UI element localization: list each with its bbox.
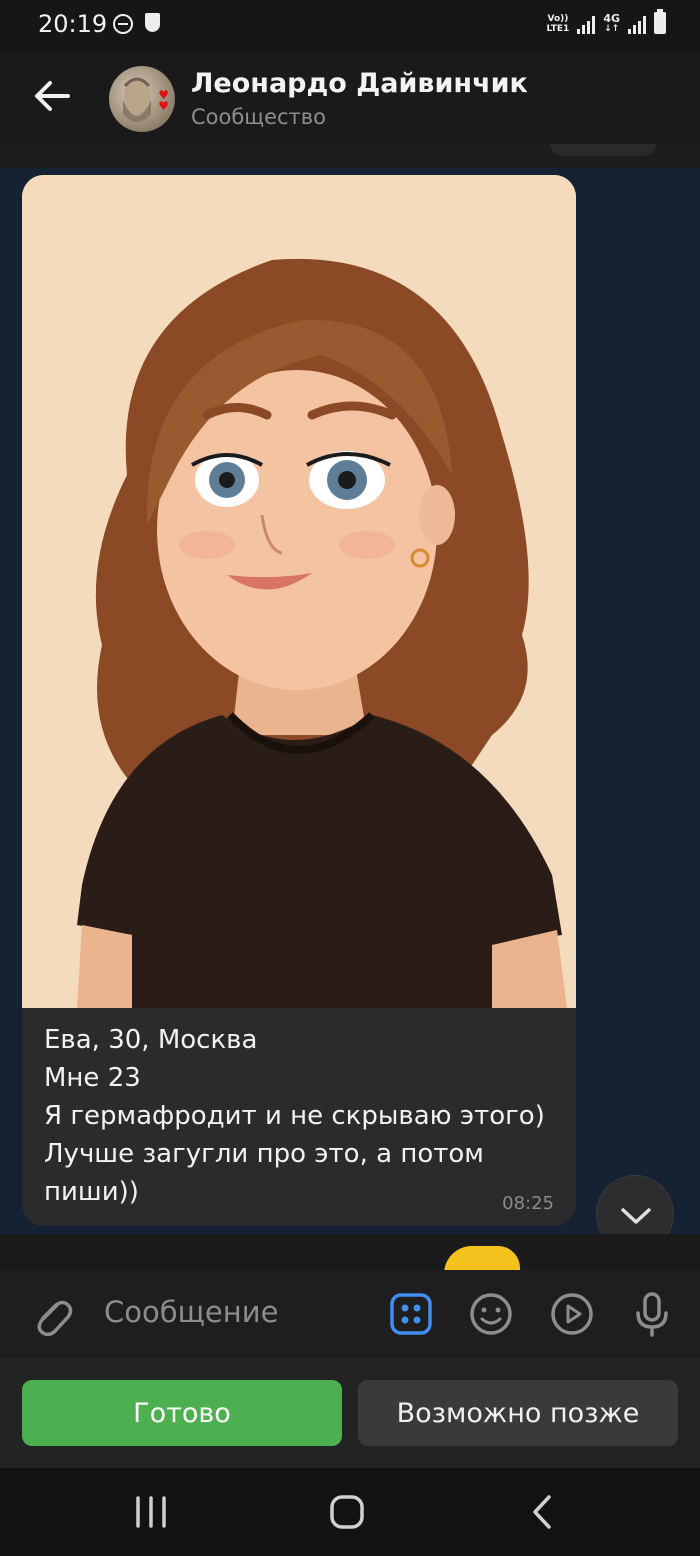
status-bar: 20:19 Vo)) LTE1 4G ↓↑ xyxy=(0,0,700,52)
arrow-left-icon xyxy=(35,81,70,111)
message-line-3: Я гермафродит и не скрываю этого) xyxy=(44,1101,545,1131)
previous-keyboard-button-edge xyxy=(550,144,656,156)
thumbs-up-emoji-icon xyxy=(444,1246,520,1270)
message-time: 08:25 xyxy=(502,1193,554,1214)
bot-keyboard-icon xyxy=(390,1293,432,1335)
message-line-2: Мне 23 xyxy=(44,1063,141,1093)
back-chevron-icon xyxy=(533,1495,551,1529)
smiley-icon xyxy=(470,1293,512,1335)
chat-subtitle: Сообщество xyxy=(191,105,327,129)
data-arrows-icon: ↓↑ xyxy=(604,24,620,34)
volte-indicator: Vo)) LTE1 xyxy=(547,14,570,34)
message-bubble[interactable]: Ева, 30, Москва Мне 23 Я гермафродит и н… xyxy=(22,175,576,1226)
ready-button[interactable]: Готово xyxy=(22,1380,342,1446)
message-line-4: Лучше загугли про это, а потом xyxy=(44,1139,484,1169)
emoji-button[interactable] xyxy=(467,1290,515,1338)
signal-2-icon xyxy=(628,16,646,34)
paperclip-icon xyxy=(37,1300,73,1337)
voice-button[interactable] xyxy=(628,1290,676,1338)
do-not-disturb-icon xyxy=(113,14,133,34)
status-time: 20:19 xyxy=(38,10,108,38)
network-label: 4G xyxy=(603,12,620,25)
chat-title[interactable]: Леонардо Дайвинчик xyxy=(191,68,528,99)
message-line-5: пиши)) xyxy=(44,1177,139,1207)
message-text: Ева, 30, Москва Мне 23 Я гермафродит и н… xyxy=(44,1021,554,1211)
hearts-icon: ♥ ♥ xyxy=(158,88,169,113)
girl-illustration xyxy=(22,175,576,1008)
volte-label: Vo)) xyxy=(547,14,569,24)
lte-label: LTE1 xyxy=(546,24,570,34)
home-button[interactable] xyxy=(322,1490,372,1534)
system-navigation-bar xyxy=(0,1468,700,1556)
play-circle-icon xyxy=(551,1293,593,1335)
clip-button[interactable] xyxy=(548,1290,596,1338)
network-indicator: 4G ↓↑ xyxy=(603,12,620,34)
profile-photo[interactable] xyxy=(22,175,576,1008)
shield-icon xyxy=(145,13,160,32)
home-icon xyxy=(330,1495,364,1529)
battery-icon xyxy=(654,9,666,34)
keyboard-buttons-toggle[interactable] xyxy=(387,1290,435,1338)
maybe-later-button[interactable]: Возможно позже xyxy=(358,1380,678,1446)
attach-button[interactable] xyxy=(28,1290,76,1338)
recent-apps-icon xyxy=(136,1496,166,1528)
message-composer: Сообщение xyxy=(0,1270,700,1358)
signal-1-icon xyxy=(577,16,596,34)
next-message-edge xyxy=(0,1234,700,1270)
back-button[interactable] xyxy=(30,76,74,116)
recent-apps-button[interactable] xyxy=(126,1490,176,1534)
status-indicators: Vo)) LTE1 4G ↓↑ xyxy=(547,9,666,34)
bot-reply-keyboard: Готово Возможно позже xyxy=(0,1358,700,1468)
chat-header: ♥ ♥ Леонардо Дайвинчик Сообщество xyxy=(0,52,700,144)
avatar[interactable]: ♥ ♥ xyxy=(109,66,175,132)
message-line-1: Ева, 30, Москва xyxy=(44,1025,258,1055)
back-nav-button[interactable] xyxy=(518,1490,568,1534)
microphone-icon xyxy=(636,1292,668,1337)
message-input[interactable]: Сообщение xyxy=(104,1295,278,1329)
